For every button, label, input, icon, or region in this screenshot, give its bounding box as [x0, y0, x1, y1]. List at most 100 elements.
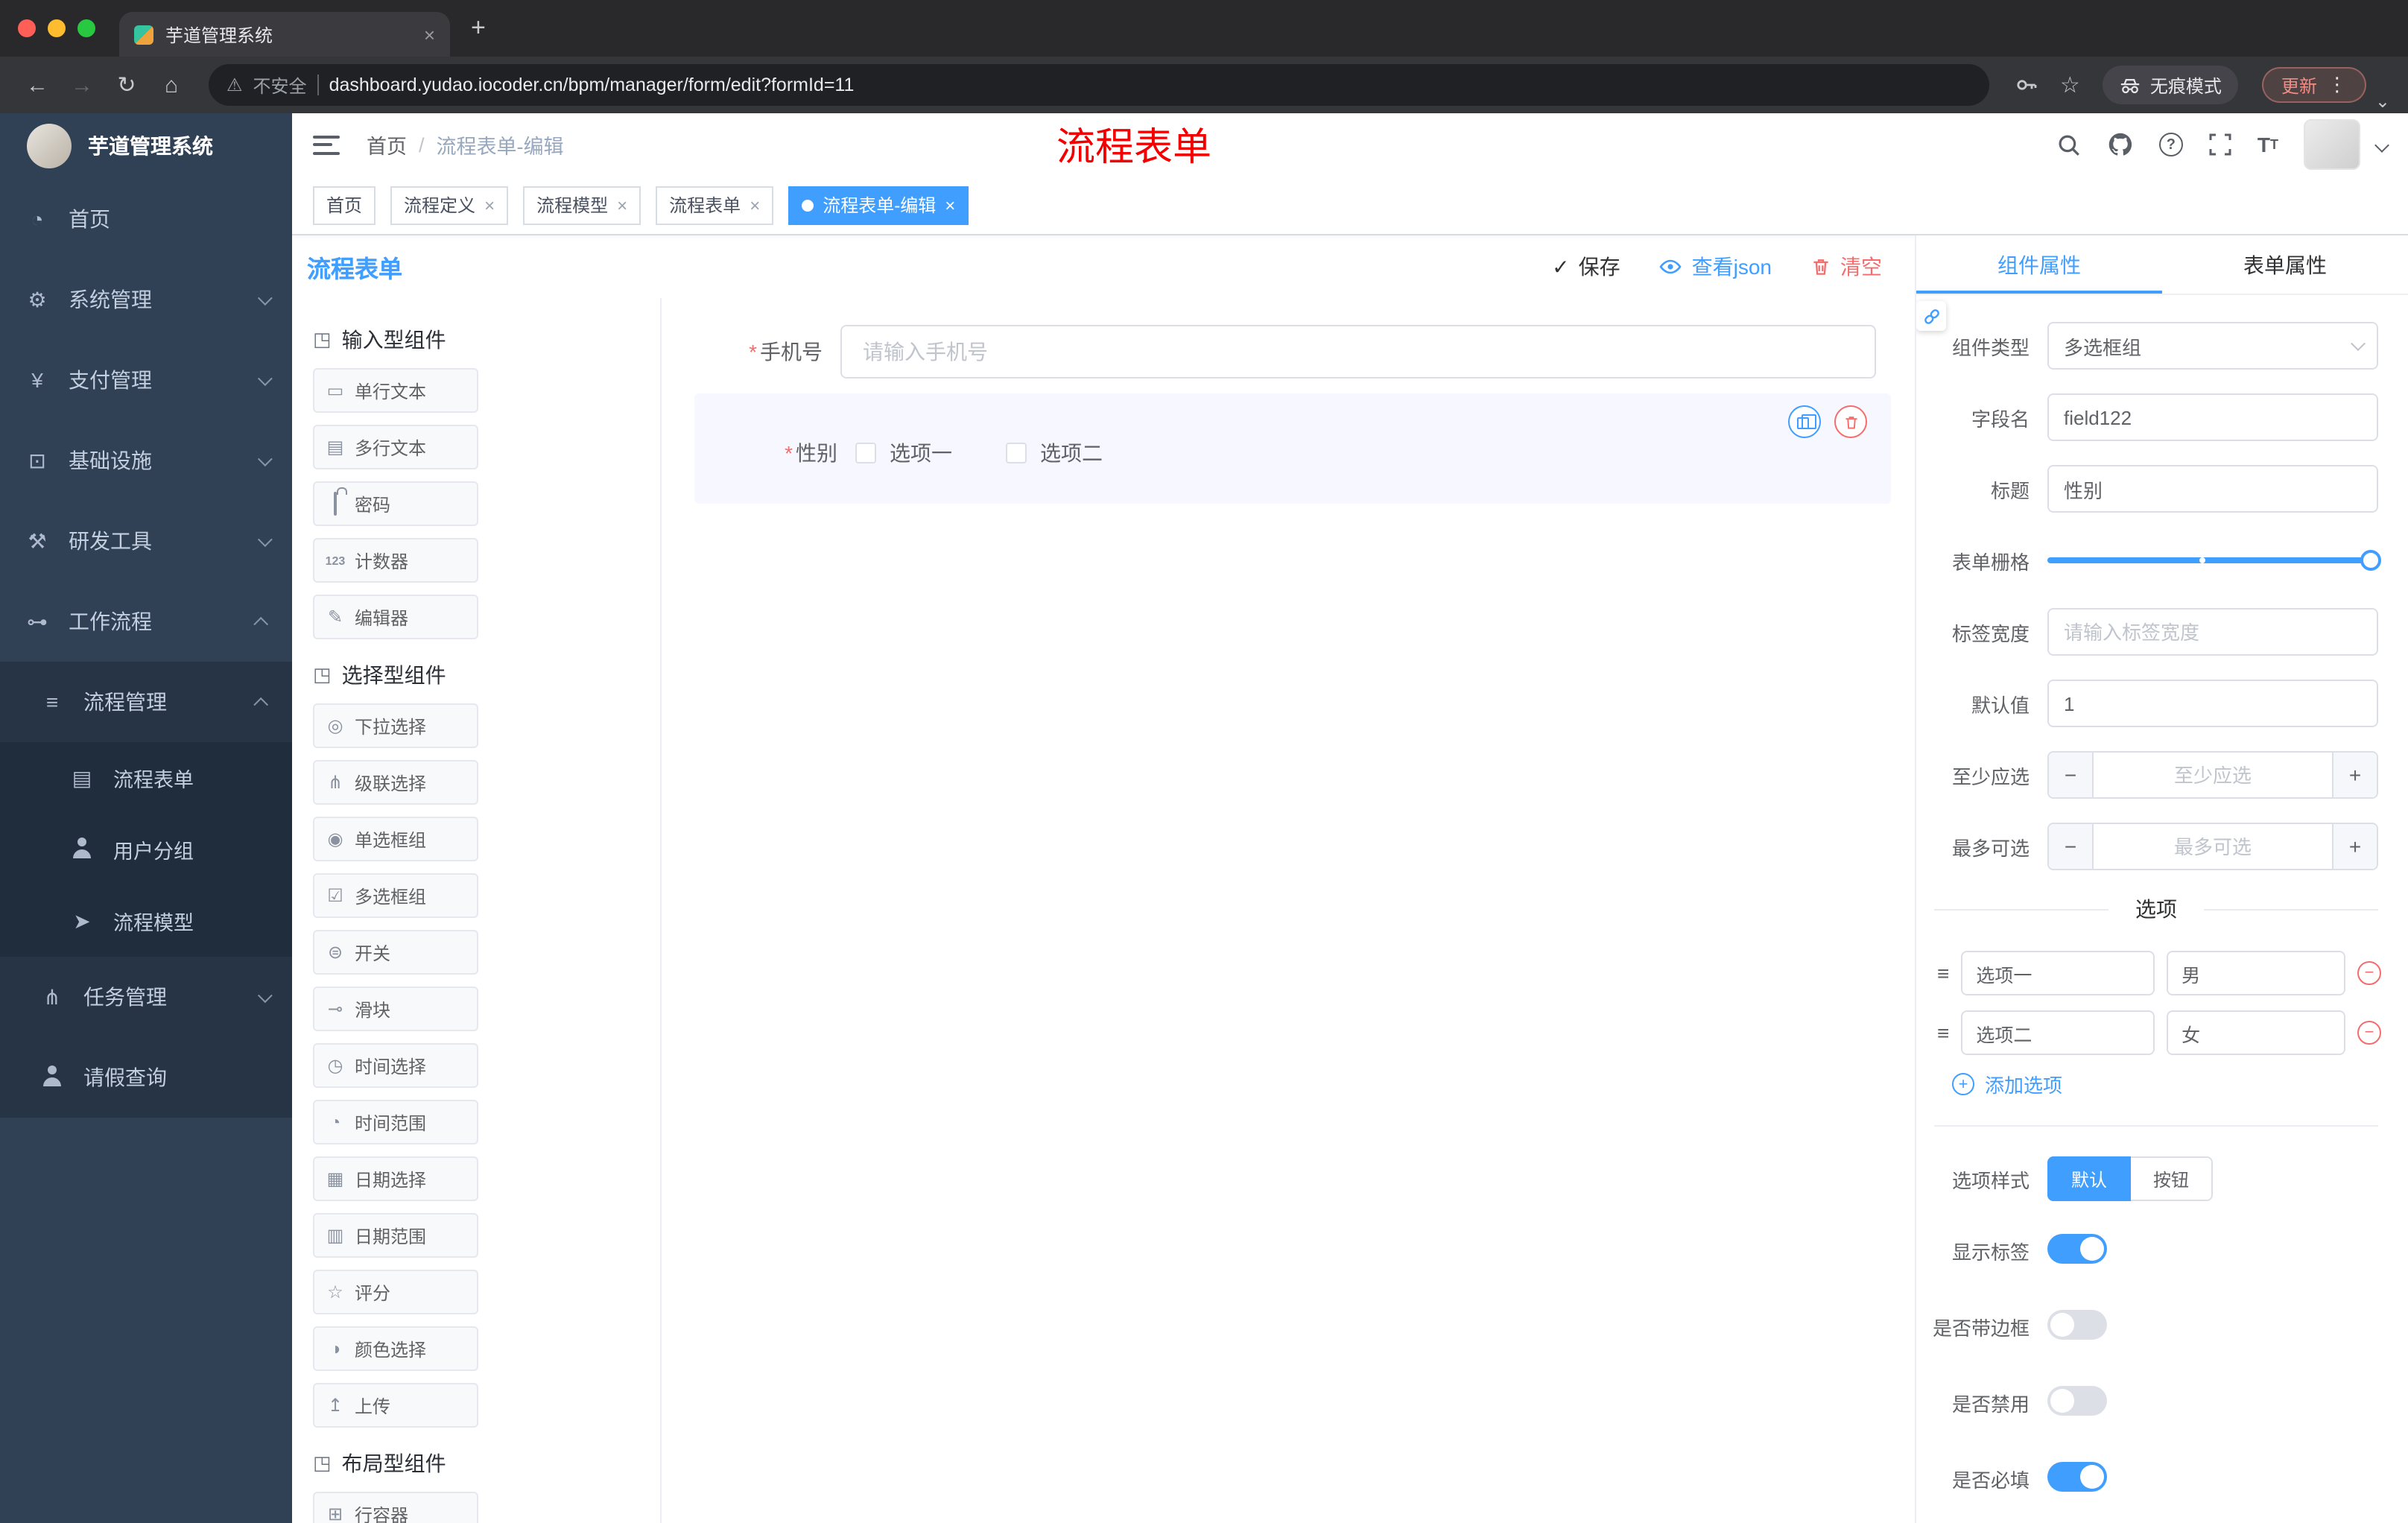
url-bar[interactable]: ⚠ 不安全 dashboard.yudao.iocoder.cn/bpm/man…	[209, 64, 1990, 106]
increment-button[interactable]: +	[2332, 824, 2377, 869]
decrement-button[interactable]: −	[2049, 824, 2094, 869]
tab-close-icon[interactable]: ×	[424, 23, 435, 45]
palette-item-dropdown-select[interactable]: ◎ 下拉选择	[313, 703, 478, 748]
grid-slider[interactable]	[2047, 536, 2381, 584]
checkbox-icon[interactable]	[855, 443, 876, 463]
sidebar-item-process-mgmt[interactable]: ≡ 流程管理	[0, 662, 292, 742]
browser-home-icon[interactable]: ⌂	[152, 72, 191, 98]
link-icon[interactable]	[1916, 301, 1946, 331]
gender-option-1[interactable]: 选项一	[855, 438, 952, 468]
zoom-window-button[interactable]	[77, 19, 95, 37]
breadcrumb-home[interactable]: 首页	[367, 130, 407, 159]
required-switch[interactable]	[2047, 1462, 2107, 1492]
sidebar-item-devtools[interactable]: ⚒ 研发工具	[0, 501, 292, 581]
font-size-icon[interactable]: TT	[2258, 133, 2278, 156]
add-option-button[interactable]: + 添加选项	[1952, 1070, 2408, 1098]
sidebar-item-pay[interactable]: ¥ 支付管理	[0, 340, 292, 420]
toolbar-caret-icon[interactable]: ⌄	[2375, 91, 2390, 112]
search-icon[interactable]	[2056, 132, 2082, 157]
close-window-button[interactable]	[18, 19, 36, 37]
copy-component-button[interactable]	[1788, 405, 1821, 438]
form-canvas[interactable]: *手机号 *性别	[662, 298, 1915, 1523]
tab-form-props[interactable]: 表单属性	[2162, 235, 2408, 294]
url-text[interactable]: dashboard.yudao.iocoder.cn/bpm/manager/f…	[329, 75, 855, 95]
remove-option-icon[interactable]: −	[2357, 961, 2381, 985]
password-key-icon[interactable]	[2015, 73, 2039, 97]
palette-item-upload[interactable]: ↥ 上传	[313, 1383, 478, 1428]
reload-icon[interactable]: ↻	[107, 72, 146, 98]
security-warning-icon[interactable]: ⚠	[226, 75, 243, 95]
palette-item-checkbox-group[interactable]: ☑ 多选框组	[313, 873, 478, 918]
save-button[interactable]: ✓ 保存	[1552, 252, 1620, 282]
tag-process-form[interactable]: 流程表单 ×	[656, 186, 774, 224]
clear-button[interactable]: 清空	[1810, 252, 1882, 282]
update-button[interactable]: 更新 ⋮	[2261, 67, 2366, 103]
title-input[interactable]	[2047, 465, 2378, 513]
view-json-button[interactable]: 查看json	[1659, 252, 1772, 282]
palette-item-cascade-select[interactable]: ⋔ 级联选择	[313, 760, 478, 805]
option-1-label-input[interactable]	[1961, 951, 2155, 995]
disabled-switch[interactable]	[2047, 1386, 2107, 1416]
new-tab-button[interactable]: +	[471, 13, 486, 43]
increment-button[interactable]: +	[2332, 753, 2377, 797]
component-type-select[interactable]	[2047, 322, 2378, 370]
palette-item-switch[interactable]: ⊜ 开关	[313, 930, 478, 975]
help-icon[interactable]: ?	[2158, 133, 2183, 156]
sidebar-item-process-model[interactable]: ➤ 流程模型	[0, 885, 292, 957]
palette-item-time-range[interactable]: ◔ 时间范围	[313, 1100, 478, 1144]
sidebar-item-leave-query[interactable]: 请假查询	[0, 1037, 292, 1118]
style-button-button[interactable]: 按钮	[2131, 1156, 2214, 1201]
palette-item-date-range[interactable]: ▥ 日期范围	[313, 1213, 478, 1258]
sidebar-item-task-mgmt[interactable]: ⋔ 任务管理	[0, 957, 292, 1037]
palette-item-single-line-text[interactable]: ▭ 单行文本	[313, 368, 478, 413]
option-1-value-input[interactable]	[2167, 951, 2345, 995]
forward-icon[interactable]: →	[63, 72, 101, 98]
palette-item-slider[interactable]: ⊸ 滑块	[313, 987, 478, 1031]
sidebar-item-workflow[interactable]: ⊶ 工作流程	[0, 581, 292, 662]
field-gender-selected[interactable]: * 性别 选项一 选项二	[694, 393, 1891, 504]
slider-handle[interactable]	[2360, 550, 2381, 571]
palette-item-date-picker[interactable]: ▦ 日期选择	[313, 1156, 478, 1201]
palette-item-password[interactable]: 密码	[313, 481, 478, 526]
sidebar-item-user-group[interactable]: 用户分组	[0, 814, 292, 885]
tag-close-icon[interactable]: ×	[484, 194, 495, 215]
palette-item-radio-group[interactable]: ◉ 单选框组	[313, 817, 478, 861]
tag-process-definition[interactable]: 流程定义 ×	[390, 186, 509, 224]
palette-item-rate[interactable]: ☆ 评分	[313, 1270, 478, 1314]
palette-item-row-container[interactable]: ⊞ 行容器	[313, 1492, 478, 1523]
github-icon[interactable]	[2107, 131, 2134, 158]
field-phone[interactable]: * 手机号	[679, 325, 1894, 379]
tag-close-icon[interactable]: ×	[617, 194, 627, 215]
hamburger-icon[interactable]	[313, 135, 340, 154]
tag-close-icon[interactable]: ×	[945, 194, 955, 215]
sidebar-item-process-form[interactable]: ▤ 流程表单	[0, 742, 292, 814]
remove-option-icon[interactable]: −	[2357, 1021, 2381, 1045]
back-icon[interactable]: ←	[18, 72, 57, 98]
minimize-window-button[interactable]	[48, 19, 66, 37]
border-switch[interactable]	[2047, 1310, 2107, 1340]
decrement-button[interactable]: −	[2049, 753, 2094, 797]
delete-component-button[interactable]	[1834, 405, 1867, 438]
palette-item-multi-line-text[interactable]: ▤ 多行文本	[313, 425, 478, 469]
style-default-button[interactable]: 默认	[2047, 1156, 2132, 1201]
palette-item-counter[interactable]: 123 计数器	[313, 538, 478, 583]
option-2-label-input[interactable]	[1961, 1010, 2155, 1055]
min-select-input[interactable]	[2094, 753, 2332, 797]
checkbox-icon[interactable]	[1006, 443, 1027, 463]
phone-input[interactable]	[840, 325, 1876, 379]
tab-component-props[interactable]: 组件属性	[1916, 235, 2162, 294]
field-name-input[interactable]	[2047, 393, 2378, 441]
label-width-input[interactable]	[2047, 608, 2378, 656]
tag-process-form-edit[interactable]: 流程表单-编辑 ×	[788, 186, 969, 224]
sidebar-item-home[interactable]: ◔ 首页	[0, 179, 292, 259]
drag-handle-icon[interactable]: ≡	[1937, 1021, 1949, 1045]
option-2-value-input[interactable]	[2167, 1010, 2345, 1055]
palette-item-editor[interactable]: ✎ 编辑器	[313, 595, 478, 639]
tag-home[interactable]: 首页	[313, 186, 376, 224]
drag-handle-icon[interactable]: ≡	[1937, 961, 1949, 985]
tag-process-model[interactable]: 流程模型 ×	[523, 186, 641, 224]
sidebar-logo[interactable]: 芋道管理系统	[0, 113, 292, 179]
browser-menu-icon[interactable]: ⋮	[2328, 73, 2347, 97]
browser-tab[interactable]: 芋道管理系统 ×	[119, 12, 450, 57]
palette-item-color-picker[interactable]: ◑ 颜色选择	[313, 1326, 478, 1371]
